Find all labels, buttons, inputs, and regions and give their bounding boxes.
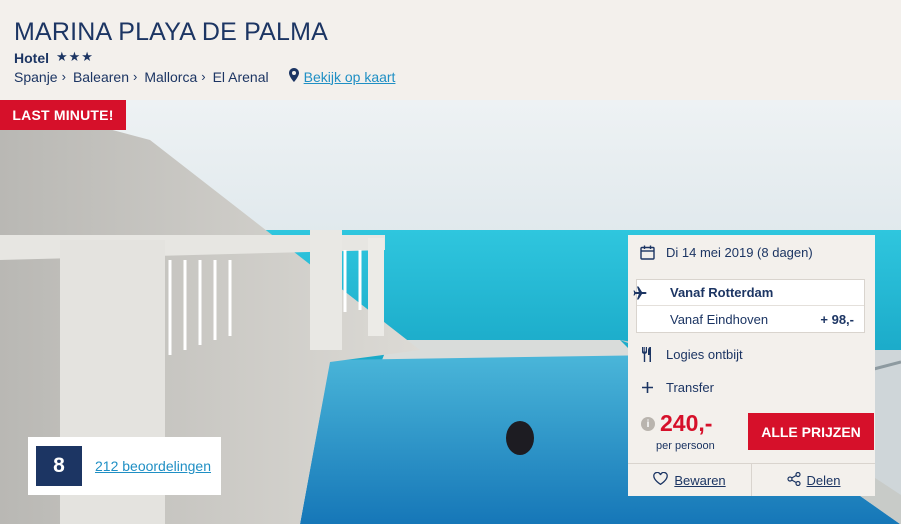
rating-box: 8 212 beoordelingen	[28, 437, 221, 495]
departure-name: Vanaf Rotterdam	[670, 285, 774, 300]
map-pin-icon	[288, 68, 299, 85]
date-row[interactable]: Di 14 mei 2019 (8 dagen)	[638, 245, 813, 260]
save-button[interactable]: Bewaren	[628, 464, 751, 496]
map-link-label[interactable]: Bekijk op kaart	[304, 69, 396, 85]
price-per-person-label: per persoon	[656, 440, 715, 452]
booking-card: Di 14 mei 2019 (8 dagen) Vanaf Rotterdam…	[628, 235, 875, 496]
last-minute-badge: LAST MINUTE!	[0, 100, 126, 130]
star-rating: ★★★	[56, 49, 94, 64]
transfer-label: Transfer	[666, 380, 714, 395]
departure-surcharge: + 98,-	[820, 311, 854, 327]
breadcrumb-separator: ›	[132, 69, 138, 84]
hotel-type: Hotel	[14, 50, 49, 66]
share-icon	[786, 471, 801, 489]
breadcrumb-item-town: El Arenal	[212, 68, 269, 85]
calendar-icon	[638, 245, 656, 260]
breadcrumb: Spanje › Balearen › Mallorca › El Arenal…	[14, 68, 395, 85]
price-area: i 240,- per persoon ALLE PRIJZEN	[638, 410, 874, 454]
page-title: MARINA PLAYA DE PALMA	[14, 18, 329, 46]
breadcrumb-item-country[interactable]: Spanje	[14, 69, 58, 85]
card-footer: Bewaren Delen	[628, 463, 875, 496]
departure-options: Vanaf Rotterdam Vanaf Eindhoven + 98,-	[633, 279, 865, 333]
departure-name: Vanaf Eindhoven	[670, 311, 769, 327]
departure-option[interactable]: Vanaf Rotterdam	[637, 280, 864, 306]
breadcrumb-separator: ›	[201, 69, 206, 84]
price: 240,-	[660, 410, 713, 436]
cutlery-icon	[638, 347, 656, 362]
share-button[interactable]: Delen	[752, 464, 875, 496]
all-prices-button[interactable]: ALLE PRIJZEN	[748, 413, 874, 450]
hotel-header: MARINA PLAYA DE PALMA Hotel ★★★ Spanje ›…	[0, 0, 901, 100]
board-type: Logies ontbijt	[666, 347, 743, 362]
transfer-row: Transfer	[638, 380, 714, 395]
board-row: Logies ontbijt	[638, 347, 743, 362]
breadcrumb-separator: ›	[61, 69, 66, 84]
info-icon[interactable]: i	[641, 417, 655, 431]
share-button-label: Delen	[806, 472, 841, 488]
reviews-link[interactable]: 212 beoordelingen	[95, 458, 211, 474]
breadcrumb-item-island[interactable]: Mallorca	[144, 69, 197, 85]
plus-icon	[638, 382, 656, 393]
departure-option[interactable]: Vanaf Eindhoven + 98,-	[637, 306, 864, 332]
travel-date: Di 14 mei 2019 (8 dagen)	[666, 245, 813, 260]
breadcrumb-item-region[interactable]: Balearen	[73, 69, 129, 85]
map-link[interactable]: Bekijk op kaart	[288, 68, 396, 85]
heart-icon	[653, 471, 669, 488]
save-button-label: Bewaren	[674, 472, 726, 488]
rating-score: 8	[36, 446, 82, 486]
